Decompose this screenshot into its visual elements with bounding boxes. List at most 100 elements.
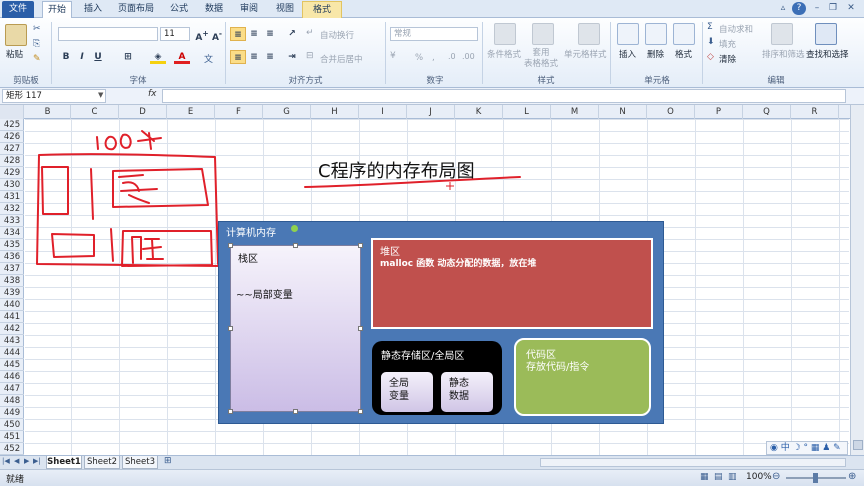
- merge-center-icon[interactable]: ⊟: [306, 51, 314, 61]
- clear-button[interactable]: 清除: [719, 53, 736, 65]
- row-header[interactable]: 427: [0, 143, 24, 155]
- tab-data[interactable]: 数据: [199, 1, 229, 18]
- tab-page-layout[interactable]: 页面布局: [114, 1, 158, 18]
- row-header[interactable]: 451: [0, 431, 24, 443]
- zoom-level[interactable]: 100%: [746, 472, 772, 482]
- tab-format[interactable]: 格式: [302, 1, 342, 18]
- zoom-slider-thumb[interactable]: [813, 473, 818, 483]
- zoom-out-icon[interactable]: ⊖: [772, 471, 780, 482]
- row-header[interactable]: 450: [0, 419, 24, 431]
- page-layout-view-icon[interactable]: ▤: [714, 472, 723, 482]
- static-data-box[interactable]: 静态 数据: [441, 372, 493, 412]
- autosum-button[interactable]: 自动求和: [719, 23, 753, 35]
- cut-icon[interactable]: ✂: [33, 24, 41, 34]
- column-header[interactable]: M: [551, 105, 599, 119]
- zoom-in-icon[interactable]: ⊕: [848, 471, 856, 482]
- formula-input[interactable]: [162, 89, 846, 103]
- vertical-scrollbar[interactable]: [850, 105, 864, 455]
- paste-button[interactable]: 粘贴: [6, 48, 23, 60]
- scroll-down-icon[interactable]: [853, 440, 863, 450]
- resize-handle[interactable]: [358, 326, 363, 331]
- horizontal-scrollbar[interactable]: [540, 458, 846, 467]
- next-sheet-icon[interactable]: ▶: [24, 457, 29, 465]
- column-header[interactable]: D: [119, 105, 167, 119]
- shrink-font-icon[interactable]: A-: [209, 27, 225, 43]
- sheet-tab-1[interactable]: Sheet1: [46, 456, 82, 469]
- first-sheet-icon[interactable]: |◀: [2, 457, 10, 465]
- help-icon[interactable]: ?: [792, 2, 806, 15]
- row-header[interactable]: 439: [0, 287, 24, 299]
- format-cells-icon[interactable]: [673, 23, 695, 45]
- row-header[interactable]: 428: [0, 155, 24, 167]
- align-top-icon[interactable]: ≡: [230, 27, 246, 41]
- grow-font-icon[interactable]: A+: [194, 27, 210, 43]
- window-restore-icon[interactable]: ❐: [826, 2, 840, 15]
- delete-cells-button[interactable]: 删除: [647, 48, 664, 60]
- column-header[interactable]: O: [647, 105, 695, 119]
- comma-button[interactable]: ,: [432, 53, 435, 63]
- tab-review[interactable]: 审阅: [234, 1, 264, 18]
- insert-cells-button[interactable]: 插入: [619, 48, 636, 60]
- prev-sheet-icon[interactable]: ◀: [14, 457, 19, 465]
- conditional-format-icon[interactable]: [494, 23, 516, 45]
- column-header[interactable]: B: [25, 105, 71, 119]
- table-format-icon[interactable]: [532, 23, 554, 45]
- sort-filter-icon[interactable]: [771, 23, 793, 45]
- fill-button[interactable]: 填充: [719, 38, 736, 50]
- resize-handle[interactable]: [293, 243, 298, 248]
- find-select-icon[interactable]: [815, 23, 837, 45]
- name-box[interactable]: 矩形 117: [2, 89, 106, 103]
- row-header[interactable]: 435: [0, 239, 24, 251]
- format-cells-button[interactable]: 格式: [675, 48, 692, 60]
- font-color-icon[interactable]: A: [174, 50, 190, 64]
- row-header[interactable]: 432: [0, 203, 24, 215]
- paste-icon[interactable]: [5, 24, 27, 46]
- row-header[interactable]: 426: [0, 131, 24, 143]
- row-header[interactable]: 425: [0, 119, 24, 131]
- column-header[interactable]: C: [71, 105, 119, 119]
- row-header[interactable]: 430: [0, 179, 24, 191]
- decrease-decimal-icon[interactable]: .00: [462, 52, 475, 61]
- code-area-box[interactable]: 代码区 存放代码/指令: [514, 338, 651, 416]
- resize-handle[interactable]: [228, 243, 233, 248]
- row-header[interactable]: 449: [0, 407, 24, 419]
- italic-icon[interactable]: I: [74, 50, 90, 64]
- column-header[interactable]: H: [311, 105, 359, 119]
- sheet-tab-2[interactable]: Sheet2: [84, 456, 120, 469]
- row-header[interactable]: 429: [0, 167, 24, 179]
- tab-view[interactable]: 视图: [270, 1, 300, 18]
- column-header[interactable]: L: [503, 105, 551, 119]
- cell-styles-icon[interactable]: [578, 23, 600, 45]
- normal-view-icon[interactable]: ▦: [700, 472, 709, 482]
- window-close-icon[interactable]: ✕: [844, 2, 858, 15]
- row-header[interactable]: 441: [0, 311, 24, 323]
- border-icon[interactable]: ⊞: [120, 50, 136, 64]
- underline-icon[interactable]: U: [90, 50, 106, 64]
- chevron-down-icon[interactable]: ▼: [98, 91, 103, 99]
- tab-file[interactable]: 文件: [2, 1, 34, 18]
- table-format-button[interactable]: 套用 表格格式: [524, 48, 558, 70]
- wrap-text-button[interactable]: 自动换行: [320, 29, 354, 41]
- align-left-icon[interactable]: ≡: [230, 50, 246, 64]
- wrap-text-icon[interactable]: ↵: [306, 28, 314, 38]
- row-header[interactable]: 436: [0, 251, 24, 263]
- row-header[interactable]: 438: [0, 275, 24, 287]
- window-minimize-icon[interactable]: –: [810, 2, 824, 15]
- page-break-view-icon[interactable]: ▥: [728, 472, 737, 482]
- stack-area-box[interactable]: 栈区 ~~局部变量: [230, 245, 361, 412]
- row-header[interactable]: 431: [0, 191, 24, 203]
- insert-function-icon[interactable]: fx: [148, 89, 157, 99]
- select-all-corner[interactable]: [0, 105, 24, 119]
- row-header[interactable]: 440: [0, 299, 24, 311]
- column-header[interactable]: K: [455, 105, 503, 119]
- align-center-icon[interactable]: ≡: [246, 50, 262, 64]
- row-header[interactable]: 448: [0, 395, 24, 407]
- row-header[interactable]: 437: [0, 263, 24, 275]
- clear-icon[interactable]: ◇: [707, 52, 714, 62]
- new-sheet-icon[interactable]: ⊞: [164, 456, 172, 466]
- orientation-icon[interactable]: ↗: [284, 27, 300, 41]
- row-header[interactable]: 443: [0, 335, 24, 347]
- delete-cells-icon[interactable]: [645, 23, 667, 45]
- last-sheet-icon[interactable]: ▶|: [33, 457, 41, 465]
- global-variables-box[interactable]: 全局 变量: [381, 372, 433, 412]
